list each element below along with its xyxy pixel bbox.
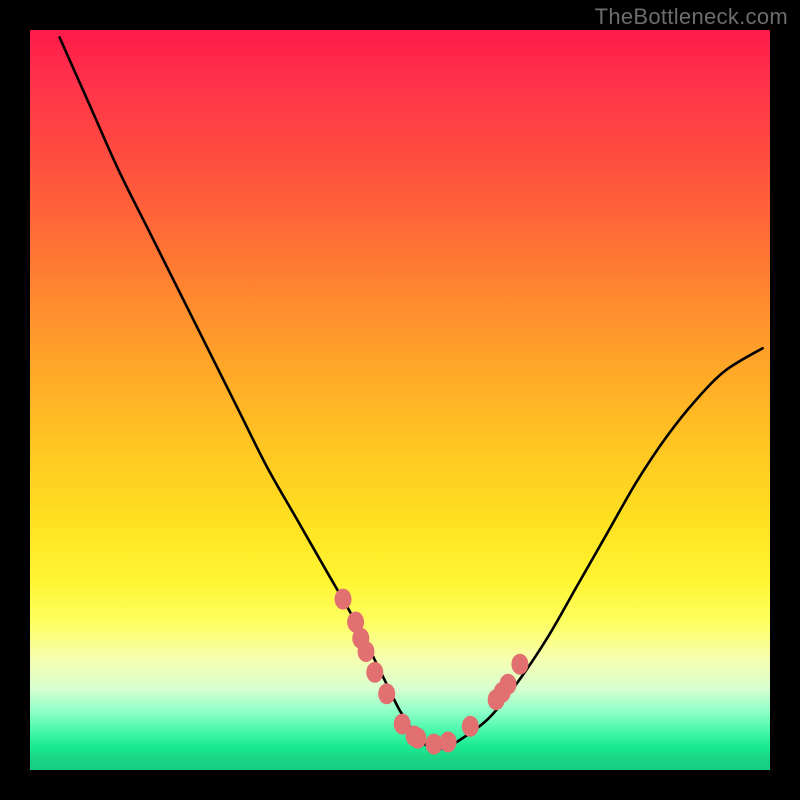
plot-area bbox=[30, 30, 770, 770]
scatter-point bbox=[366, 662, 383, 683]
scatter-layer bbox=[335, 589, 529, 755]
bottleneck-curve bbox=[60, 37, 763, 749]
scatter-point bbox=[440, 731, 457, 752]
scatter-point bbox=[335, 589, 352, 610]
scatter-point bbox=[511, 654, 528, 675]
watermark-text: TheBottleneck.com bbox=[595, 4, 788, 30]
scatter-point bbox=[462, 716, 479, 737]
scatter-point bbox=[358, 641, 375, 662]
scatter-point bbox=[409, 728, 426, 749]
scatter-point bbox=[378, 683, 395, 704]
scatter-point bbox=[500, 674, 517, 695]
chart-svg bbox=[30, 30, 770, 770]
